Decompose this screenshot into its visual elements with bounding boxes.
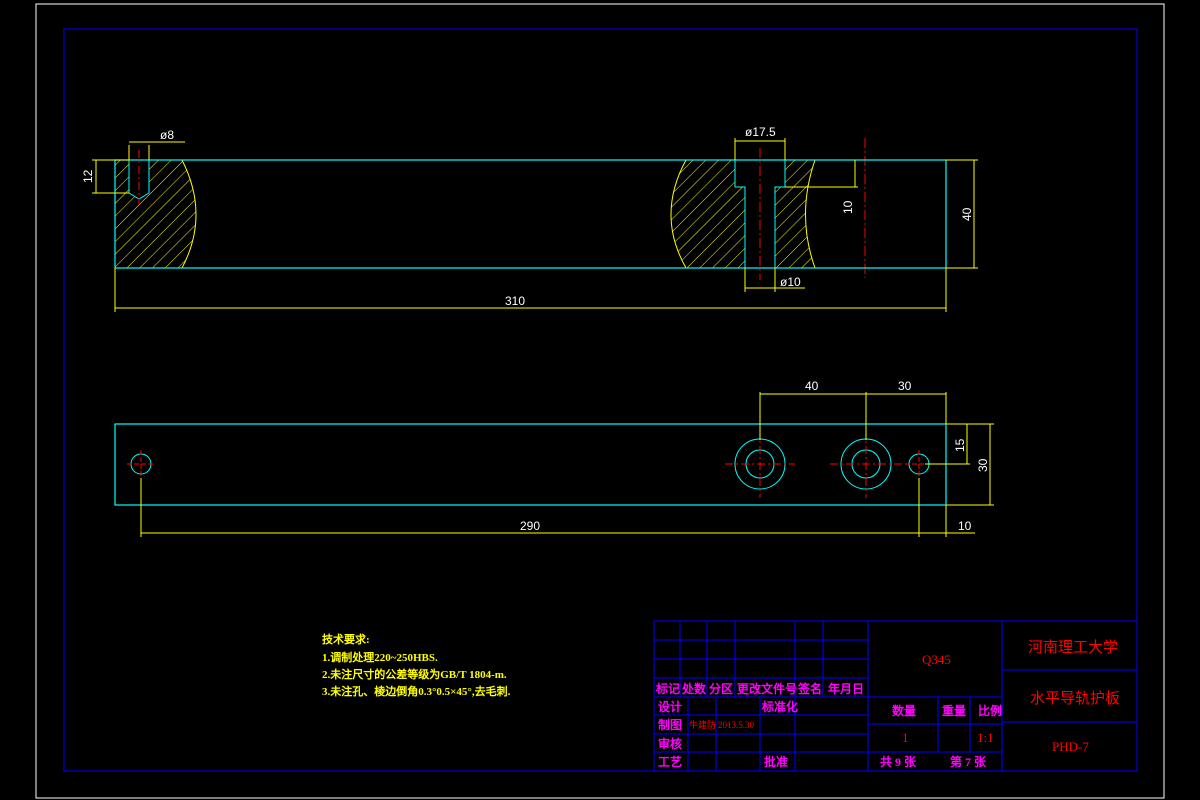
tb-draw-name: 牛建防 <box>689 719 716 730</box>
technical-notes: 技术要求: 1.调制处理220~250HBS. 2.未注尺寸的公差等级为GB/T… <box>322 632 511 698</box>
tb-qty-label: 数量 <box>892 703 916 718</box>
tb-header-0: 标记 <box>655 681 680 696</box>
dim-hole-depth: 12 <box>81 169 95 183</box>
dim-edge-offset-y: 15 <box>953 438 967 452</box>
dim-counterbore-dia: ø17.5 <box>745 125 776 139</box>
tb-draw-label: 制图 <box>658 717 682 732</box>
tb-drawing-no: PHD-7 <box>1052 739 1089 754</box>
section-hatch-left <box>115 160 196 268</box>
top-view: 40 30 15 30 290 10 <box>114 379 994 537</box>
front-outline <box>114 159 947 269</box>
notes-title: 技术要求: <box>322 632 370 646</box>
tb-approve-label: 批准 <box>764 754 788 769</box>
tb-std-label: 标准化 <box>761 699 798 714</box>
tb-material: Q345 <box>922 652 951 667</box>
tb-weight-label: 重量 <box>942 703 966 718</box>
tb-review-label: 审核 <box>658 736 682 751</box>
tb-header-1: 处数 <box>681 681 707 696</box>
dim-hole-spacing-2: 30 <box>898 379 912 393</box>
dim-hole-small-dia: ø8 <box>160 128 174 142</box>
dim-width: 30 <box>976 458 990 472</box>
outer-frame <box>35 3 1165 799</box>
tb-sheet-no: 第 7 张 <box>950 754 987 769</box>
tb-qty-value: 1 <box>902 730 909 745</box>
tb-header-2: 分区 <box>709 681 733 696</box>
tb-header-4: 签名 <box>797 681 822 696</box>
dim-hole-span: 290 <box>520 519 540 533</box>
dim-height: 40 <box>960 207 974 221</box>
dim-edge-offset-x: 10 <box>958 519 972 533</box>
tb-sheets-total: 共 9 张 <box>880 754 917 769</box>
dim-through-hole-dia: ø10 <box>780 275 801 289</box>
tb-scale-value: 1:1 <box>977 730 994 745</box>
top-outline <box>114 423 947 506</box>
front-view: ø8 12 ø17.5 10 ø10 40 310 <box>81 125 978 312</box>
drawing-border <box>63 28 1138 772</box>
dim-hole-spacing-1: 40 <box>805 379 819 393</box>
tb-scale-label: 比例 <box>978 703 1002 718</box>
tb-design-label: 设计 <box>658 699 682 714</box>
note-item-3: 3.未注孔、棱边倒角0.3°0.5×45°,去毛刺. <box>322 684 511 698</box>
dim-counterbore-depth: 10 <box>841 200 855 214</box>
tb-school: 河南理工大学 <box>1028 639 1118 656</box>
tb-header-3: 更改文件号 <box>737 681 797 696</box>
note-item-2: 2.未注尺寸的公差等级为GB/T 1804-m. <box>322 667 507 681</box>
note-item-1: 1.调制处理220~250HBS. <box>322 650 438 664</box>
tb-process-label: 工艺 <box>658 754 682 769</box>
tb-header-5: 年月日 <box>828 681 864 696</box>
tb-draw-date: 2013.5.30 <box>718 720 755 730</box>
cad-drawing: ø8 12 ø17.5 10 ø10 40 310 40 30 15 30 29… <box>35 3 1165 799</box>
tb-part-name: 水平导轨护板 <box>1030 689 1120 707</box>
dim-length: 310 <box>505 294 525 308</box>
